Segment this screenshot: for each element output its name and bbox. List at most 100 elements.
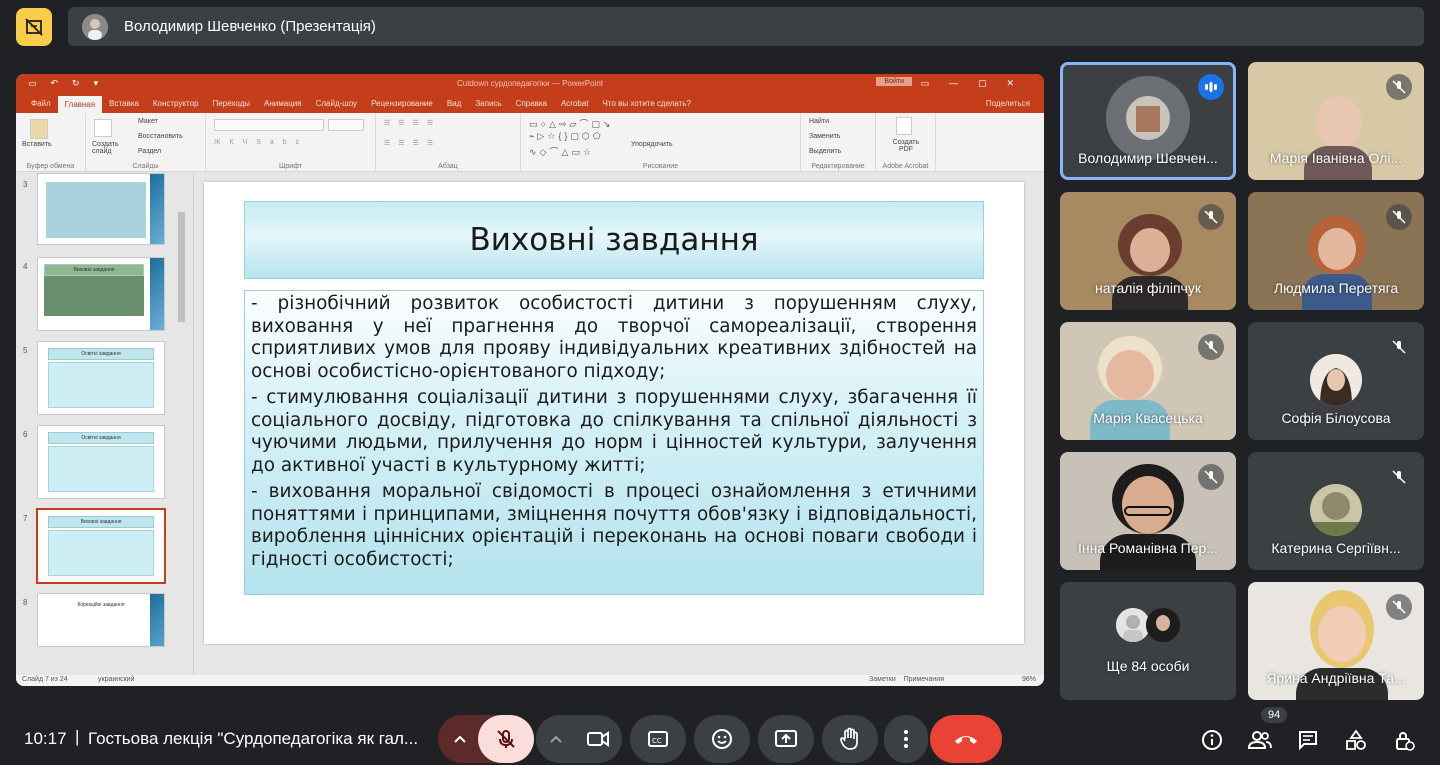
- video-options-button[interactable]: [536, 715, 576, 763]
- tab-insert[interactable]: Вставка: [102, 99, 146, 113]
- tab-view[interactable]: Вид: [440, 99, 468, 113]
- more-participants-label: Ще 84 особи: [1106, 658, 1190, 674]
- participant-tile[interactable]: наталія філіпчук: [1060, 192, 1236, 310]
- participant-tile[interactable]: Марія Квасецька: [1060, 322, 1236, 440]
- slide-thumbnail-7-selected[interactable]: Виховні завдання: [38, 510, 164, 582]
- slide-thumbnail-5[interactable]: Освітні завдання: [38, 342, 164, 414]
- camera-control-group: [536, 715, 622, 763]
- window-controls[interactable]: ▭—▢✕: [920, 78, 1034, 89]
- status-bar: Слайд 7 из 24 украинский Заметки Примеча…: [16, 675, 1044, 686]
- presenter-label: Володимир Шевченко (Презентація): [124, 18, 376, 35]
- section-button[interactable]: Раздел: [138, 148, 161, 155]
- host-controls-button[interactable]: [1384, 720, 1424, 760]
- people-button[interactable]: [1240, 720, 1280, 760]
- meeting-details-button[interactable]: [1192, 720, 1232, 760]
- participant-tile[interactable]: Володимир Шевчен...: [1060, 62, 1236, 180]
- activities-button[interactable]: [1336, 720, 1376, 760]
- captions-button[interactable]: CC: [630, 715, 686, 763]
- info-icon: [1202, 730, 1222, 750]
- participant-tile[interactable]: Катерина Сергіївн...: [1248, 452, 1424, 570]
- speaking-indicator-icon: [1198, 74, 1224, 100]
- avatar: [1310, 484, 1362, 536]
- chevron-up-icon: [550, 735, 562, 743]
- powerpoint-body: 3 4 Виховні завдання 5 Освітні завдання …: [16, 172, 1044, 675]
- participant-tile[interactable]: Інна Романівна Пер...: [1060, 452, 1236, 570]
- tab-design[interactable]: Конструктор: [146, 99, 206, 113]
- tell-me-search[interactable]: Что вы хотите сделать?: [596, 99, 698, 113]
- participant-name: Марія Квасецька: [1093, 410, 1203, 426]
- slide-thumbnail-8[interactable]: Корекційні завдання: [38, 594, 164, 646]
- layout-button[interactable]: Макет: [138, 118, 158, 125]
- tab-slideshow[interactable]: Слайд-шоу: [309, 99, 364, 113]
- ribbon: Вставить Буфер обмена Создать слайд Маке…: [16, 113, 1044, 172]
- tab-acrobat[interactable]: Acrobat: [554, 99, 596, 113]
- slide-thumbnail-3[interactable]: [38, 174, 164, 244]
- participant-tile[interactable]: Софія Білоусова: [1248, 322, 1424, 440]
- thumb-title: Корекційні завдання: [48, 600, 154, 612]
- shared-screen: ▭↶↻▾ Сutdown сурдопедагогіки — PowerPoin…: [16, 74, 1044, 686]
- arrange-button[interactable]: Упорядочить: [631, 141, 673, 148]
- reactions-button[interactable]: [694, 715, 750, 763]
- tab-review[interactable]: Рецензирование: [364, 99, 440, 113]
- find-button[interactable]: Найти: [809, 118, 829, 125]
- thumb-title: Виховні завдання: [48, 516, 154, 528]
- tab-help[interactable]: Справка: [509, 99, 554, 113]
- thumb-title: Освітні завдання: [48, 432, 154, 444]
- reset-button[interactable]: Восстановить: [138, 133, 183, 140]
- slide-thumbnails-panel[interactable]: 3 4 Виховні завдання 5 Освітні завдання …: [16, 172, 194, 675]
- pin-presentation-button[interactable]: [16, 8, 52, 46]
- more-vert-icon: [904, 730, 908, 748]
- font-group: ЖКЧSabc Шрифт: [206, 113, 376, 172]
- chat-button[interactable]: [1288, 720, 1328, 760]
- tab-file[interactable]: Файл: [24, 99, 58, 113]
- chat-icon: [1299, 731, 1317, 751]
- thumbnails-scrollbar[interactable]: [178, 212, 185, 322]
- zoom-level[interactable]: 96%: [1022, 676, 1036, 683]
- thumb-title: Освітні завдання: [48, 348, 154, 360]
- raise-hand-button[interactable]: [822, 715, 878, 763]
- slide-thumbnail-4[interactable]: Виховні завдання: [38, 258, 164, 330]
- select-button[interactable]: Выделить: [809, 148, 841, 155]
- microphone-button[interactable]: [478, 715, 534, 763]
- mic-off-icon: [497, 730, 515, 748]
- captions-icon: CC: [648, 731, 668, 747]
- camera-button[interactable]: [574, 715, 622, 763]
- avatar: [1310, 354, 1362, 406]
- tab-transitions[interactable]: Переходы: [205, 99, 257, 113]
- more-participants-tile[interactable]: Ще 84 особи: [1060, 582, 1236, 700]
- more-options-button[interactable]: [884, 715, 928, 763]
- camera-icon: [587, 731, 609, 747]
- audio-options-button[interactable]: [438, 715, 482, 763]
- leave-call-button[interactable]: [930, 715, 1002, 763]
- language-indicator: украинский: [98, 676, 135, 683]
- replace-button[interactable]: Заменить: [809, 133, 840, 140]
- clipboard-label: Буфер обмена: [26, 163, 75, 170]
- current-slide[interactable]: Виховні завдання - різнобічний розвиток …: [204, 182, 1024, 644]
- paragraph-group: ☰☰☰☰ ☰☰☰☰ Абзац: [376, 113, 521, 172]
- paste-button[interactable]: Вставить: [22, 141, 52, 148]
- comments-button[interactable]: Примечания: [904, 676, 944, 683]
- participant-tile[interactable]: Людмила Перетяга: [1248, 192, 1424, 310]
- new-slide-button[interactable]: Создать слайд: [92, 141, 122, 155]
- participant-name: Володимир Шевчен...: [1078, 150, 1218, 166]
- mic-off-icon: [1198, 334, 1224, 360]
- powerpoint-titlebar: ▭↶↻▾ Сutdown сурдопедагогіки — PowerPoin…: [16, 74, 1044, 93]
- tab-animations[interactable]: Анимация: [257, 99, 309, 113]
- mic-off-icon: [1386, 74, 1412, 100]
- pin-icon: [25, 18, 43, 36]
- notes-button[interactable]: Заметки: [869, 676, 896, 683]
- slide-counter: Слайд 7 из 24: [22, 676, 68, 683]
- tab-home[interactable]: Главная: [57, 96, 103, 113]
- tab-record[interactable]: Запись: [468, 99, 508, 113]
- participant-tile[interactable]: Марія Іванівна Олі...: [1248, 62, 1424, 180]
- share-button[interactable]: Поделиться: [986, 99, 1030, 108]
- clock: 10:17: [24, 729, 67, 748]
- participant-tile[interactable]: Ярина Андріївна Та...: [1248, 582, 1424, 700]
- slide-thumbnail-6[interactable]: Освітні завдання: [38, 426, 164, 498]
- avatar: [1106, 76, 1190, 160]
- login-button[interactable]: Войти: [876, 77, 912, 86]
- adobe-label: Adobe Acrobat: [882, 163, 929, 170]
- create-pdf-button[interactable]: Создать PDF: [888, 139, 924, 153]
- thumb-number: 4: [23, 262, 28, 271]
- present-now-button[interactable]: [758, 715, 814, 763]
